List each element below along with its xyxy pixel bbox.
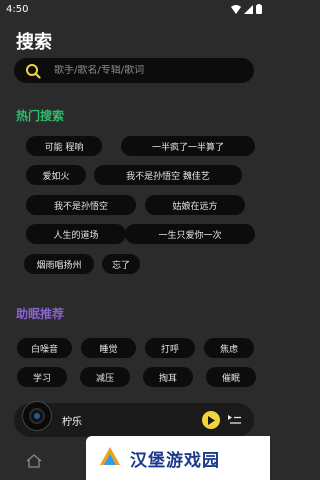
album-disc-icon[interactable]	[22, 401, 52, 431]
wifi-icon	[231, 4, 241, 14]
sleep-tag[interactable]: 焦虑	[204, 338, 254, 358]
hot-tag[interactable]: 爱如火	[26, 165, 86, 185]
search-icon[interactable]	[24, 62, 42, 80]
hot-tag[interactable]: 一半疯了一半算了	[121, 136, 255, 156]
sleep-tag[interactable]: 催眠	[206, 367, 256, 387]
sleep-tag[interactable]: 睡觉	[81, 338, 136, 358]
playlist-icon[interactable]	[228, 414, 242, 426]
play-icon[interactable]	[202, 411, 220, 429]
hot-tag[interactable]: 人生的道场	[26, 224, 126, 244]
watermark-logo	[100, 447, 120, 465]
hot-tag[interactable]: 我不是孙悟空 魏佳艺	[94, 165, 242, 185]
watermark-text: 汉堡游戏园	[130, 450, 220, 471]
sleep-tag[interactable]: 减压	[80, 367, 130, 387]
sleep-tag[interactable]: 掏耳	[143, 367, 193, 387]
hot-tag[interactable]: 一生只爱你一次	[125, 224, 255, 244]
hot-tag[interactable]: 忘了	[102, 254, 140, 274]
battery-icon	[256, 4, 262, 14]
hot-tag[interactable]: 我不是孙悟空	[26, 195, 136, 215]
signal-icon	[244, 4, 253, 14]
search-bar[interactable]	[14, 58, 254, 83]
sleep-recommend-title: 助眠推荐	[16, 307, 65, 321]
sleep-tag[interactable]: 学习	[17, 367, 67, 387]
page-title: 搜索	[16, 32, 52, 53]
hot-search-title: 热门搜索	[16, 109, 65, 123]
status-bar: 4:50	[0, 0, 270, 18]
mini-player[interactable]: 柠乐	[14, 401, 254, 437]
status-icons	[231, 4, 262, 14]
sleep-tag[interactable]: 打呼	[145, 338, 195, 358]
hot-tag[interactable]: 姑娘在远方	[145, 195, 245, 215]
watermark: 汉堡游戏园	[86, 436, 270, 480]
search-input[interactable]	[54, 65, 234, 76]
home-icon[interactable]	[26, 453, 42, 472]
sleep-tag[interactable]: 白噪音	[17, 338, 72, 358]
track-title: 柠乐	[62, 416, 82, 428]
status-time: 4:50	[6, 3, 29, 15]
hot-tag[interactable]: 烟雨唱扬州	[24, 254, 94, 274]
hot-tag[interactable]: 可能 程响	[26, 136, 102, 156]
